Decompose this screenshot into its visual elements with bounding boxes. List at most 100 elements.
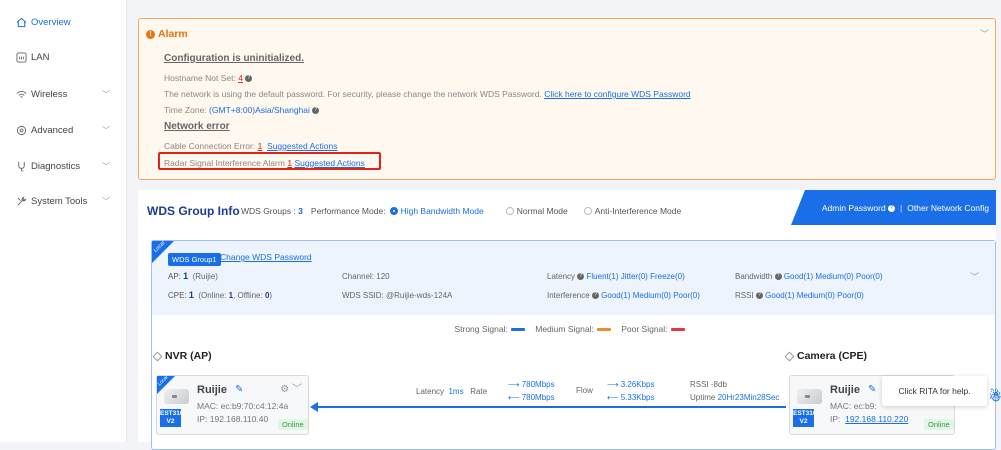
- link-latency: Latency 1ms Rate: [416, 387, 488, 396]
- signal-legend: Strong Signal: Medium Signal: Poor Signa…: [152, 324, 995, 334]
- rate-up: ⟶ 780Mbps: [508, 380, 555, 389]
- sidebar-item-label: Overview: [31, 16, 71, 28]
- device-image: [797, 389, 822, 404]
- mode-normal-radio[interactable]: Normal Mode: [505, 206, 568, 216]
- hostname-line: Hostname Not Set: 4 ?: [164, 73, 253, 83]
- latency-summary: Latency ? Fluent(1) Jitter(0) Freeze(0): [547, 272, 685, 281]
- camera-ip-link[interactable]: 192.168.110.220: [845, 414, 908, 424]
- wds-group-card: Local WDS Group1 Change WDS Password ﹀ A…: [151, 240, 996, 450]
- arrow-left-icon: [310, 402, 318, 412]
- strong-signal-swatch: [510, 328, 525, 332]
- chevron-down-icon[interactable]: ﹀: [970, 270, 979, 283]
- chevron-down-icon: ﹀: [102, 161, 110, 171]
- sidebar-item-system-tools[interactable]: System Tools ﹀: [15, 192, 118, 210]
- edit-icon[interactable]: ✎: [235, 384, 243, 395]
- cable-suggested-actions-link[interactable]: Suggested Actions: [267, 141, 337, 151]
- alarm-icon: !: [146, 29, 155, 39]
- wds-group-info-panel: WDS Group Info WDS Groups : 3 Performanc…: [138, 190, 996, 450]
- model-badge: EST310-V2: [160, 409, 186, 427]
- main-content: ! Alarm ﹀ Configuration is uninitialized…: [136, 0, 1001, 450]
- timezone-line: Time Zone: (GMT+8:00)Asia/Shanghai ?: [164, 105, 320, 115]
- edit-icon[interactable]: ✎: [868, 384, 876, 395]
- help-icon[interactable]: ?: [312, 107, 320, 115]
- sidebar-item-overview[interactable]: Overview: [15, 13, 118, 31]
- device-name: Ruijie: [830, 384, 860, 396]
- rita-help-tooltip[interactable]: Click RITA for help.: [882, 376, 987, 406]
- wireless-icon: [15, 88, 27, 100]
- cable-error-line: Cable Connection Error: 1 Suggested Acti…: [164, 141, 338, 151]
- nvr-device-card[interactable]: Local EST310-V2 Ruijie ✎ ⚙ ﹀ MAC: ec:b9:…: [156, 375, 309, 435]
- hostname-count-link[interactable]: 4: [238, 73, 243, 83]
- timezone-link[interactable]: (GMT+8:00)Asia/Shanghai: [209, 105, 310, 115]
- wds-meta: WDS Groups : 3 Performance Mode: High Ba…: [241, 206, 682, 216]
- home-icon: [15, 16, 27, 28]
- sidebar-item-label: Advanced: [31, 124, 74, 136]
- flow-label: Flow: [576, 386, 593, 395]
- camera-section-title: Camera (CPE): [784, 350, 867, 362]
- alarm-title: ! Alarm: [146, 28, 188, 40]
- configure-wds-password-link[interactable]: Click here to configure WDS Password: [544, 89, 690, 99]
- help-icon[interactable]: ?: [591, 292, 599, 300]
- channel-label: Channel: 120: [342, 272, 390, 281]
- help-icon: ?: [888, 204, 896, 212]
- chevron-down-icon: ﹀: [102, 196, 110, 206]
- change-wds-password-link[interactable]: Change WDS Password: [220, 252, 312, 262]
- status-badge: Online: [278, 419, 308, 430]
- gear-icon[interactable]: ⚙ ﹀: [280, 380, 302, 395]
- sidebar: Overview LAN Wireless ﹀ Advanced ﹀ Diagn…: [0, 0, 127, 442]
- device-name: Ruijie: [197, 384, 227, 396]
- device-mac: MAC: ec:b9:: [830, 401, 877, 411]
- diamond-icon: [784, 351, 795, 361]
- status-badge: Online: [924, 419, 954, 430]
- sidebar-item-diagnostics[interactable]: Diagnostics ﹀: [15, 157, 118, 175]
- uptime: Uptime 20Hr23Min28Sec: [690, 393, 780, 402]
- sidebar-item-advanced[interactable]: Advanced ﹀: [15, 121, 118, 139]
- mode-high-bandwidth-radio[interactable]: High Bandwidth Mode: [389, 206, 484, 216]
- collapse-chevron-icon[interactable]: ﹀: [980, 27, 989, 40]
- wds-groups-count: 3: [298, 206, 303, 216]
- rita-assistant-icon[interactable]: ☃: [989, 388, 1001, 412]
- nvr-section-title: NVR (AP): [152, 350, 212, 362]
- tools-icon: [15, 195, 27, 207]
- wds-banner: Admin Password ? | Other Network Config: [791, 190, 996, 225]
- cpe-summary: CPE: 1 (Online: 1, Offline: 0): [168, 290, 273, 300]
- device-ip: IP: 192.168.110.40: [197, 414, 269, 424]
- other-network-config-button[interactable]: Other Network Config: [907, 203, 989, 213]
- rate-down: ⟵ 780Mbps: [508, 393, 555, 402]
- network-error-heading: Network error: [164, 121, 230, 132]
- connection-line: [316, 406, 786, 408]
- medium-signal-swatch: [596, 328, 611, 332]
- wds-password-line: The network is using the default passwor…: [164, 89, 691, 99]
- sidebar-item-wireless[interactable]: Wireless ﹀: [15, 85, 118, 103]
- group-name-badge: WDS Group1: [168, 253, 221, 266]
- help-icon[interactable]: ?: [245, 75, 253, 83]
- flow-down: ⟵ 5.33Kbps: [607, 393, 655, 402]
- flow-up: ⟶ 3.26Kbps: [607, 380, 655, 389]
- diagnostics-icon: [15, 160, 27, 172]
- interference-summary: Interference ? Good(1) Medium(0) Poor(0): [547, 291, 700, 300]
- radio-icon: [583, 207, 592, 215]
- admin-password-button[interactable]: Admin Password ?: [822, 203, 896, 213]
- lan-icon: [15, 51, 27, 63]
- device-image: [164, 389, 189, 404]
- help-icon[interactable]: ?: [577, 273, 585, 281]
- sidebar-item-label: Diagnostics: [31, 160, 81, 172]
- chevron-down-icon: ﹀: [102, 89, 110, 99]
- rssi-value: RSSI -8db: [690, 380, 727, 389]
- rssi-summary: RSSI ? Good(1) Medium(0) Poor(0): [735, 291, 864, 300]
- mode-anti-interference-radio[interactable]: Anti-Interference Mode: [583, 206, 681, 216]
- diamond-icon: [152, 351, 163, 361]
- device-ip: IP: 192.168.110.220: [830, 414, 909, 424]
- sidebar-item-lan[interactable]: LAN: [15, 48, 118, 66]
- help-icon[interactable]: ?: [755, 292, 763, 300]
- wds-ssid-label: WDS SSID: @Ruijie-wds-124A: [342, 291, 453, 300]
- model-badge: EST310-V2: [793, 409, 819, 427]
- help-icon[interactable]: ?: [774, 273, 782, 281]
- device-mac: MAC: ec:b9:70:c4:12:4a: [197, 401, 289, 411]
- divider: |: [900, 202, 903, 213]
- sidebar-item-label: System Tools: [31, 195, 88, 207]
- cable-count-link[interactable]: 1: [258, 141, 263, 151]
- highlight-box: [158, 152, 381, 170]
- sidebar-item-label: Wireless: [31, 88, 68, 100]
- wds-title: WDS Group Info: [147, 204, 240, 218]
